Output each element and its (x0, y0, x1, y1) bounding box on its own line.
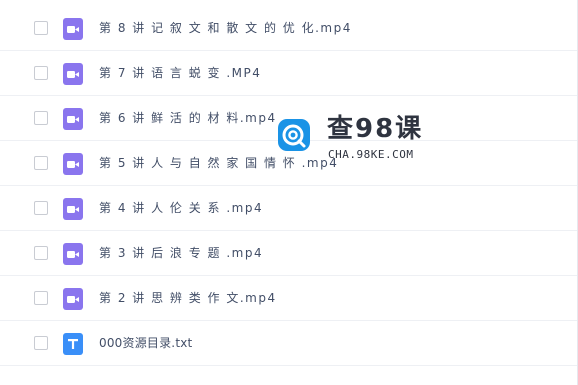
row-checkbox[interactable] (34, 66, 48, 80)
row-checkbox[interactable] (34, 291, 48, 305)
file-name[interactable]: 第 8 讲 记 叙 文 和 散 文 的 优 化.mp4 (99, 20, 352, 36)
watermark-logo: 查98课 CHA.98KE.COM (277, 112, 437, 168)
watermark-title: 查98课 (327, 114, 424, 144)
video-file-icon (63, 63, 83, 85)
text-file-icon (63, 333, 83, 355)
list-item[interactable]: 第 8 讲 记 叙 文 和 散 文 的 优 化.mp4 (0, 6, 577, 51)
file-name[interactable]: 第 4 讲 人 伦 关 系 .mp4 (99, 200, 263, 216)
video-file-icon (63, 288, 83, 310)
video-file-icon (63, 108, 83, 130)
row-checkbox[interactable] (34, 111, 48, 125)
list-item[interactable]: 第 2 讲 思 辨 类 作 文.mp4 (0, 276, 577, 321)
file-list: 第 8 讲 记 叙 文 和 散 文 的 优 化.mp4 第 7 讲 语 言 蜕 … (0, 0, 578, 385)
video-file-icon (63, 198, 83, 220)
watermark-logo-icon (277, 118, 311, 152)
list-item[interactable]: 000资源目录.txt (0, 321, 577, 366)
file-name[interactable]: 第 3 讲 后 浪 专 题 .mp4 (99, 245, 263, 261)
video-file-icon (63, 153, 83, 175)
list-item[interactable]: 第 7 讲 语 言 蜕 变 .MP4 (0, 51, 577, 96)
list-item[interactable]: 第 4 讲 人 伦 关 系 .mp4 (0, 186, 577, 231)
video-file-icon (63, 243, 83, 265)
row-checkbox[interactable] (34, 336, 48, 350)
row-checkbox[interactable] (34, 21, 48, 35)
file-name[interactable]: 第 2 讲 思 辨 类 作 文.mp4 (99, 290, 277, 306)
row-checkbox[interactable] (34, 201, 48, 215)
file-name[interactable]: 000资源目录.txt (99, 335, 192, 351)
video-file-icon (63, 18, 83, 40)
file-name[interactable]: 第 7 讲 语 言 蜕 变 .MP4 (99, 65, 261, 81)
row-checkbox[interactable] (34, 156, 48, 170)
row-checkbox[interactable] (34, 246, 48, 260)
watermark-subtitle: CHA.98KE.COM (328, 148, 414, 161)
list-item[interactable]: 第 3 讲 后 浪 专 题 .mp4 (0, 231, 577, 276)
file-name[interactable]: 第 6 讲 鲜 活 的 材 料.mp4 (99, 110, 277, 126)
